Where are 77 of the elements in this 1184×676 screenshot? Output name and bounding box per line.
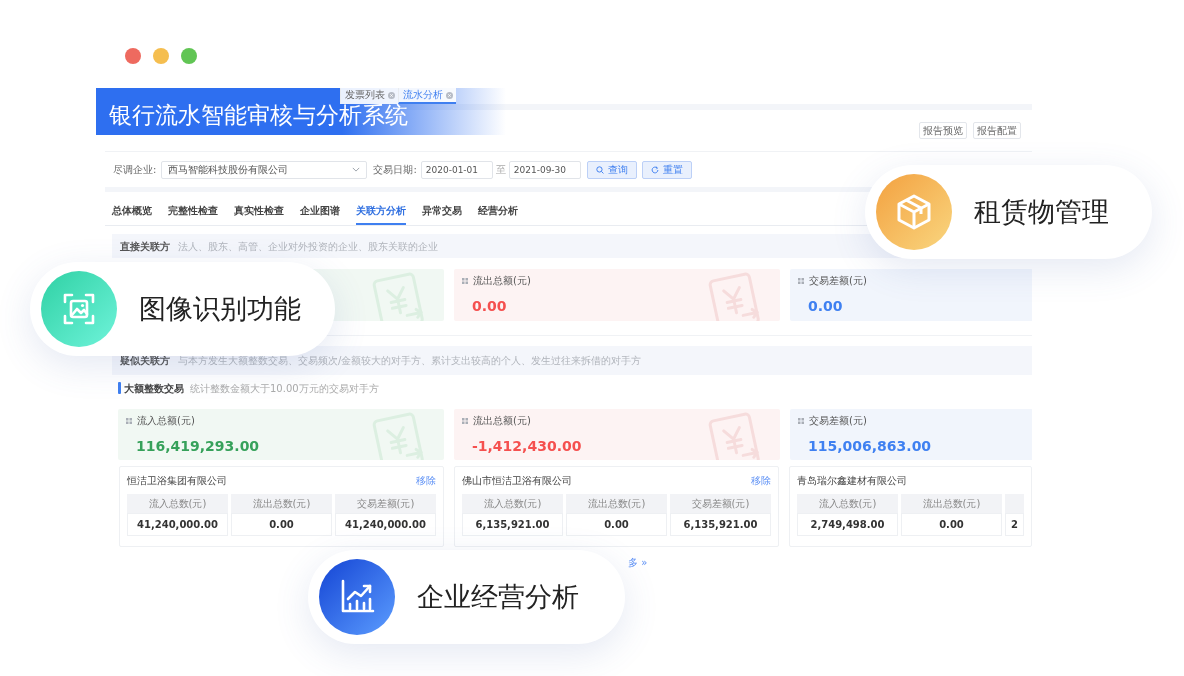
tab[interactable]: 经营分析 <box>478 192 518 225</box>
toolbar-button[interactable]: 报告配置 <box>973 122 1021 139</box>
grid-icon <box>462 418 468 424</box>
table-cell: 0.00 <box>901 513 1002 536</box>
feature-label: 企业经营分析 <box>417 581 579 613</box>
company-select[interactable]: 西马智能科技股份有限公司 <box>161 160 368 179</box>
table-header-cell: 流入总数(元) <box>127 494 228 513</box>
remove-link[interactable]: 移除 <box>416 472 436 488</box>
grid-icon <box>798 418 804 424</box>
table-cell: 41,240,000.00 <box>335 513 436 536</box>
section-description: 统计整数金额大于10.00万元的交易对手方 <box>190 381 379 396</box>
image-scan-icon <box>41 271 117 347</box>
table-cell: 6,135,921.00 <box>462 513 563 536</box>
table-cell: 6,135,921.00 <box>670 513 771 536</box>
tab[interactable]: 流水分析 <box>398 88 456 104</box>
tab[interactable]: 真实性检查 <box>234 192 284 225</box>
stat-value: 116,419,293.00 <box>136 438 260 454</box>
stat-value: 115,006,863.00 <box>808 438 932 454</box>
tab-close-icon[interactable] <box>387 91 395 99</box>
table-cell: 0.00 <box>231 513 332 536</box>
table-header-cell: 交易差额(元) <box>335 494 436 513</box>
tab[interactable]: 企业图谱 <box>300 192 340 225</box>
date-input[interactable]: 2021-09-30 <box>508 160 581 179</box>
stat-label: 流出总额(元) <box>473 275 531 287</box>
section-title: 大额整数交易 <box>124 381 184 396</box>
minimize-icon[interactable] <box>153 48 169 64</box>
table-cell: 41,240,000.00 <box>127 513 228 536</box>
close-icon[interactable] <box>125 48 141 64</box>
maximize-icon[interactable] <box>181 48 197 64</box>
table-header-cell: 流出总数(元) <box>566 494 667 513</box>
tab[interactable]: 异常交易 <box>422 192 462 225</box>
tab[interactable]: 关联方分析 <box>356 192 406 225</box>
company-name: 青岛瑞尔鑫建材有限公司 <box>797 473 907 488</box>
table-header-cell: 交易差额(元) <box>670 494 771 513</box>
search-icon <box>595 165 604 174</box>
tab[interactable]: 总体概览 <box>112 192 152 225</box>
reset-button[interactable]: 重置 <box>641 160 692 179</box>
company-name: 佛山市恒洁卫浴有限公司 <box>462 473 572 488</box>
grid-icon <box>126 418 132 424</box>
filter-label: 尽调企业: <box>113 163 157 177</box>
stat-value: -1,412,430.00 <box>472 438 582 454</box>
toolbar-button[interactable]: 报告预览 <box>919 122 967 139</box>
tab-close-icon[interactable] <box>445 91 453 99</box>
remove-link[interactable]: 移除 <box>751 472 771 488</box>
feature-label: 图像识别功能 <box>139 293 301 325</box>
range-separator: 至 <box>495 163 506 177</box>
table-cell: 2,749,498.00 <box>797 513 898 536</box>
table-header-cell: 流入总数(元) <box>797 494 898 513</box>
table-header-cell: 流出总数(元) <box>901 494 1002 513</box>
table-cell: 0.00 <box>566 513 667 536</box>
refresh-icon <box>650 165 659 174</box>
section-title: 直接关联方 <box>120 239 170 254</box>
table-header-cell: 流出总数(元) <box>231 494 332 513</box>
stat-value: 0.00 <box>472 298 507 314</box>
stat-label: 流出总额(元) <box>473 415 531 427</box>
stat-label: 交易差额(元) <box>809 415 867 427</box>
tab[interactable]: 完整性检查 <box>168 192 218 225</box>
feature-label: 租赁物管理 <box>974 196 1109 228</box>
stat-value: 0.00 <box>808 298 843 314</box>
filter-label: 交易日期: <box>373 163 417 177</box>
chevron-down-icon <box>352 167 361 172</box>
date-input[interactable]: 2020-01-01 <box>420 160 493 179</box>
table-header-cell: 流入总数(元) <box>462 494 563 513</box>
accent-bar-icon <box>118 382 121 394</box>
section-title: 疑似关联方 <box>120 354 170 368</box>
grid-icon <box>462 278 468 284</box>
box-icon <box>876 174 952 250</box>
table-cell: 2 <box>1005 513 1024 536</box>
tab[interactable]: 发票列表 <box>340 88 398 104</box>
line-chart-icon <box>319 559 395 635</box>
company-name: 恒洁卫浴集团有限公司 <box>127 473 227 488</box>
stat-label: 交易差额(元) <box>809 275 867 287</box>
more-link[interactable]: 多 » <box>628 556 648 569</box>
search-button[interactable]: 查询 <box>586 160 637 179</box>
app-title: 银行流水智能审核与分析系统 <box>109 102 408 128</box>
grid-icon <box>798 278 804 284</box>
stat-label: 流入总额(元) <box>137 415 195 427</box>
